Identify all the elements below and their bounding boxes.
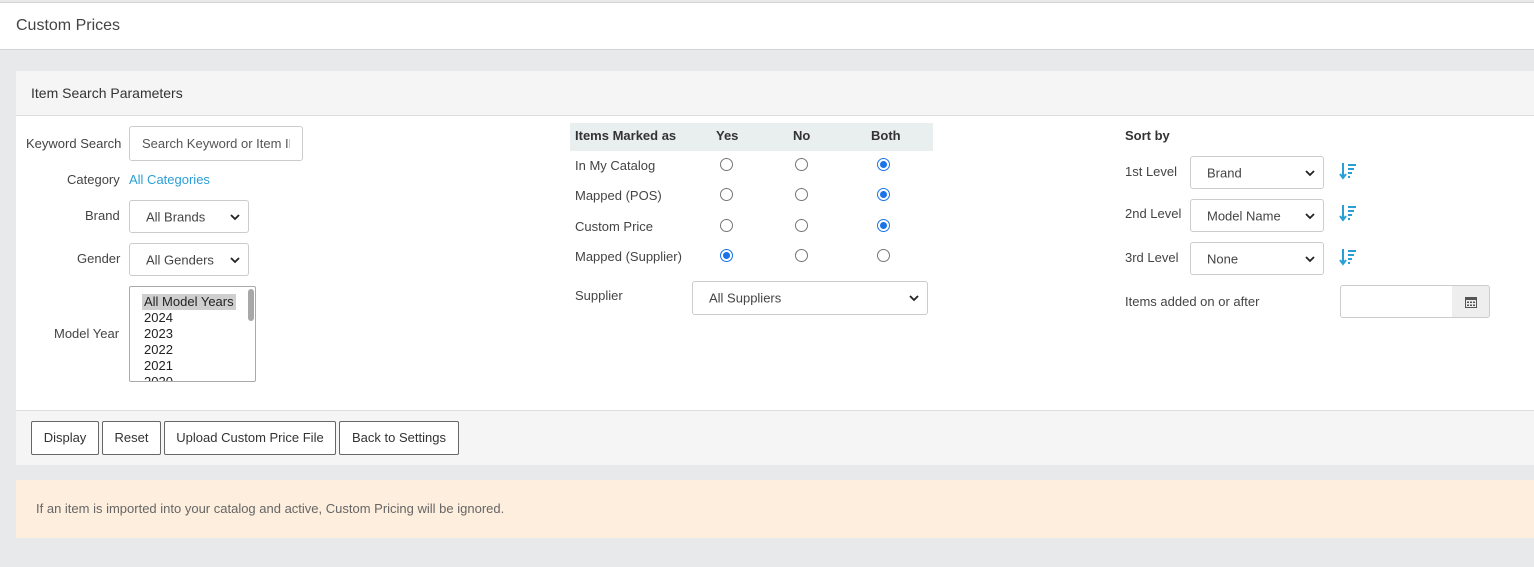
reset-button[interactable]: Reset: [102, 421, 161, 455]
chevron-down-icon: [230, 256, 240, 263]
keyword-search-label: Keyword Search: [26, 136, 122, 151]
radio-yes[interactable]: [720, 219, 733, 232]
model-year-option[interactable]: 2020: [144, 374, 173, 381]
radio-both[interactable]: [877, 188, 890, 201]
sort-level-2-value: Model Name: [1207, 208, 1281, 223]
gender-select-value: All Genders: [146, 252, 214, 267]
sort-level-1-select[interactable]: Brand: [1190, 156, 1324, 189]
chevron-down-icon: [1305, 212, 1315, 219]
chevron-down-icon: [1305, 169, 1315, 176]
upload-custom-price-button[interactable]: Upload Custom Price File: [164, 421, 336, 455]
model-year-label: Model Year: [54, 326, 120, 341]
supplier-select[interactable]: All Suppliers: [692, 281, 928, 315]
sort-descending-icon[interactable]: [1339, 248, 1357, 266]
display-button[interactable]: Display: [31, 421, 99, 455]
sort-level-label: 2nd Level: [1125, 206, 1182, 221]
radio-no[interactable]: [795, 188, 808, 201]
chevron-down-icon: [230, 213, 240, 220]
listbox-scrollbar[interactable]: [248, 289, 254, 321]
date-filter-label: Items added on or after: [1125, 294, 1260, 309]
chevron-down-icon: [909, 295, 919, 302]
sort-level-2-select[interactable]: Model Name: [1190, 199, 1324, 232]
gender-label: Gender: [77, 251, 121, 266]
model-year-listbox[interactable]: All Model Years 2024 2023 2022 2021 2020: [129, 286, 256, 382]
gender-select[interactable]: All Genders: [129, 243, 249, 276]
radio-no[interactable]: [795, 249, 808, 262]
supplier-label: Supplier: [575, 288, 623, 303]
radio-yes[interactable]: [720, 158, 733, 171]
calendar-button[interactable]: [1452, 285, 1490, 318]
marked-row-label: In My Catalog: [575, 158, 656, 173]
page-title: Custom Prices: [16, 17, 121, 34]
radio-no[interactable]: [795, 158, 808, 171]
brand-select-value: All Brands: [146, 209, 206, 224]
sort-descending-icon[interactable]: [1339, 162, 1357, 180]
radio-both[interactable]: [877, 219, 890, 232]
sort-header: Sort by: [1125, 128, 1170, 143]
radio-both[interactable]: [877, 249, 890, 262]
radio-yes[interactable]: [720, 249, 733, 262]
keyword-search-input[interactable]: [129, 126, 303, 161]
sort-level-label: 1st Level: [1125, 164, 1178, 179]
category-label: Category: [67, 172, 120, 187]
panel-heading: Item Search Parameters: [16, 71, 1534, 116]
date-input[interactable]: [1340, 285, 1453, 318]
brand-select[interactable]: All Brands: [129, 200, 249, 233]
sort-level-3-value: None: [1207, 251, 1239, 266]
warning-alert: If an item is imported into your catalog…: [16, 480, 1534, 538]
chevron-down-icon: [1305, 255, 1315, 262]
supplier-select-value: All Suppliers: [709, 290, 782, 306]
marked-row-label: Mapped (POS): [575, 188, 662, 203]
alert-text: If an item is imported into your catalog…: [36, 501, 505, 516]
sort-level-3-select[interactable]: None: [1190, 242, 1324, 275]
page-header: Custom Prices: [0, 2, 1534, 50]
calendar-icon: [1465, 297, 1477, 308]
marked-col-yes: Yes: [716, 128, 739, 143]
sort-level-1-value: Brand: [1207, 165, 1242, 180]
marked-header-label: Items Marked as: [575, 128, 677, 143]
marked-row-label: Custom Price: [575, 219, 654, 234]
model-year-option[interactable]: 2021: [144, 358, 173, 374]
brand-label: Brand: [85, 208, 120, 223]
radio-yes[interactable]: [720, 188, 733, 201]
sort-level-label: 3rd Level: [1125, 250, 1179, 265]
marked-row-label: Mapped (Supplier): [575, 249, 682, 264]
radio-both[interactable]: [877, 158, 890, 171]
model-year-option[interactable]: 2022: [144, 342, 173, 358]
category-link[interactable]: All Categories: [129, 172, 210, 187]
model-year-option[interactable]: 2023: [144, 326, 173, 342]
marked-col-no: No: [793, 128, 811, 143]
model-year-option[interactable]: 2024: [144, 310, 173, 326]
sort-descending-icon[interactable]: [1339, 204, 1357, 222]
panel-title: Item Search Parameters: [31, 85, 183, 101]
radio-no[interactable]: [795, 219, 808, 232]
back-to-settings-button[interactable]: Back to Settings: [339, 421, 459, 455]
marked-col-both: Both: [871, 128, 901, 143]
model-year-option[interactable]: All Model Years: [142, 294, 236, 310]
